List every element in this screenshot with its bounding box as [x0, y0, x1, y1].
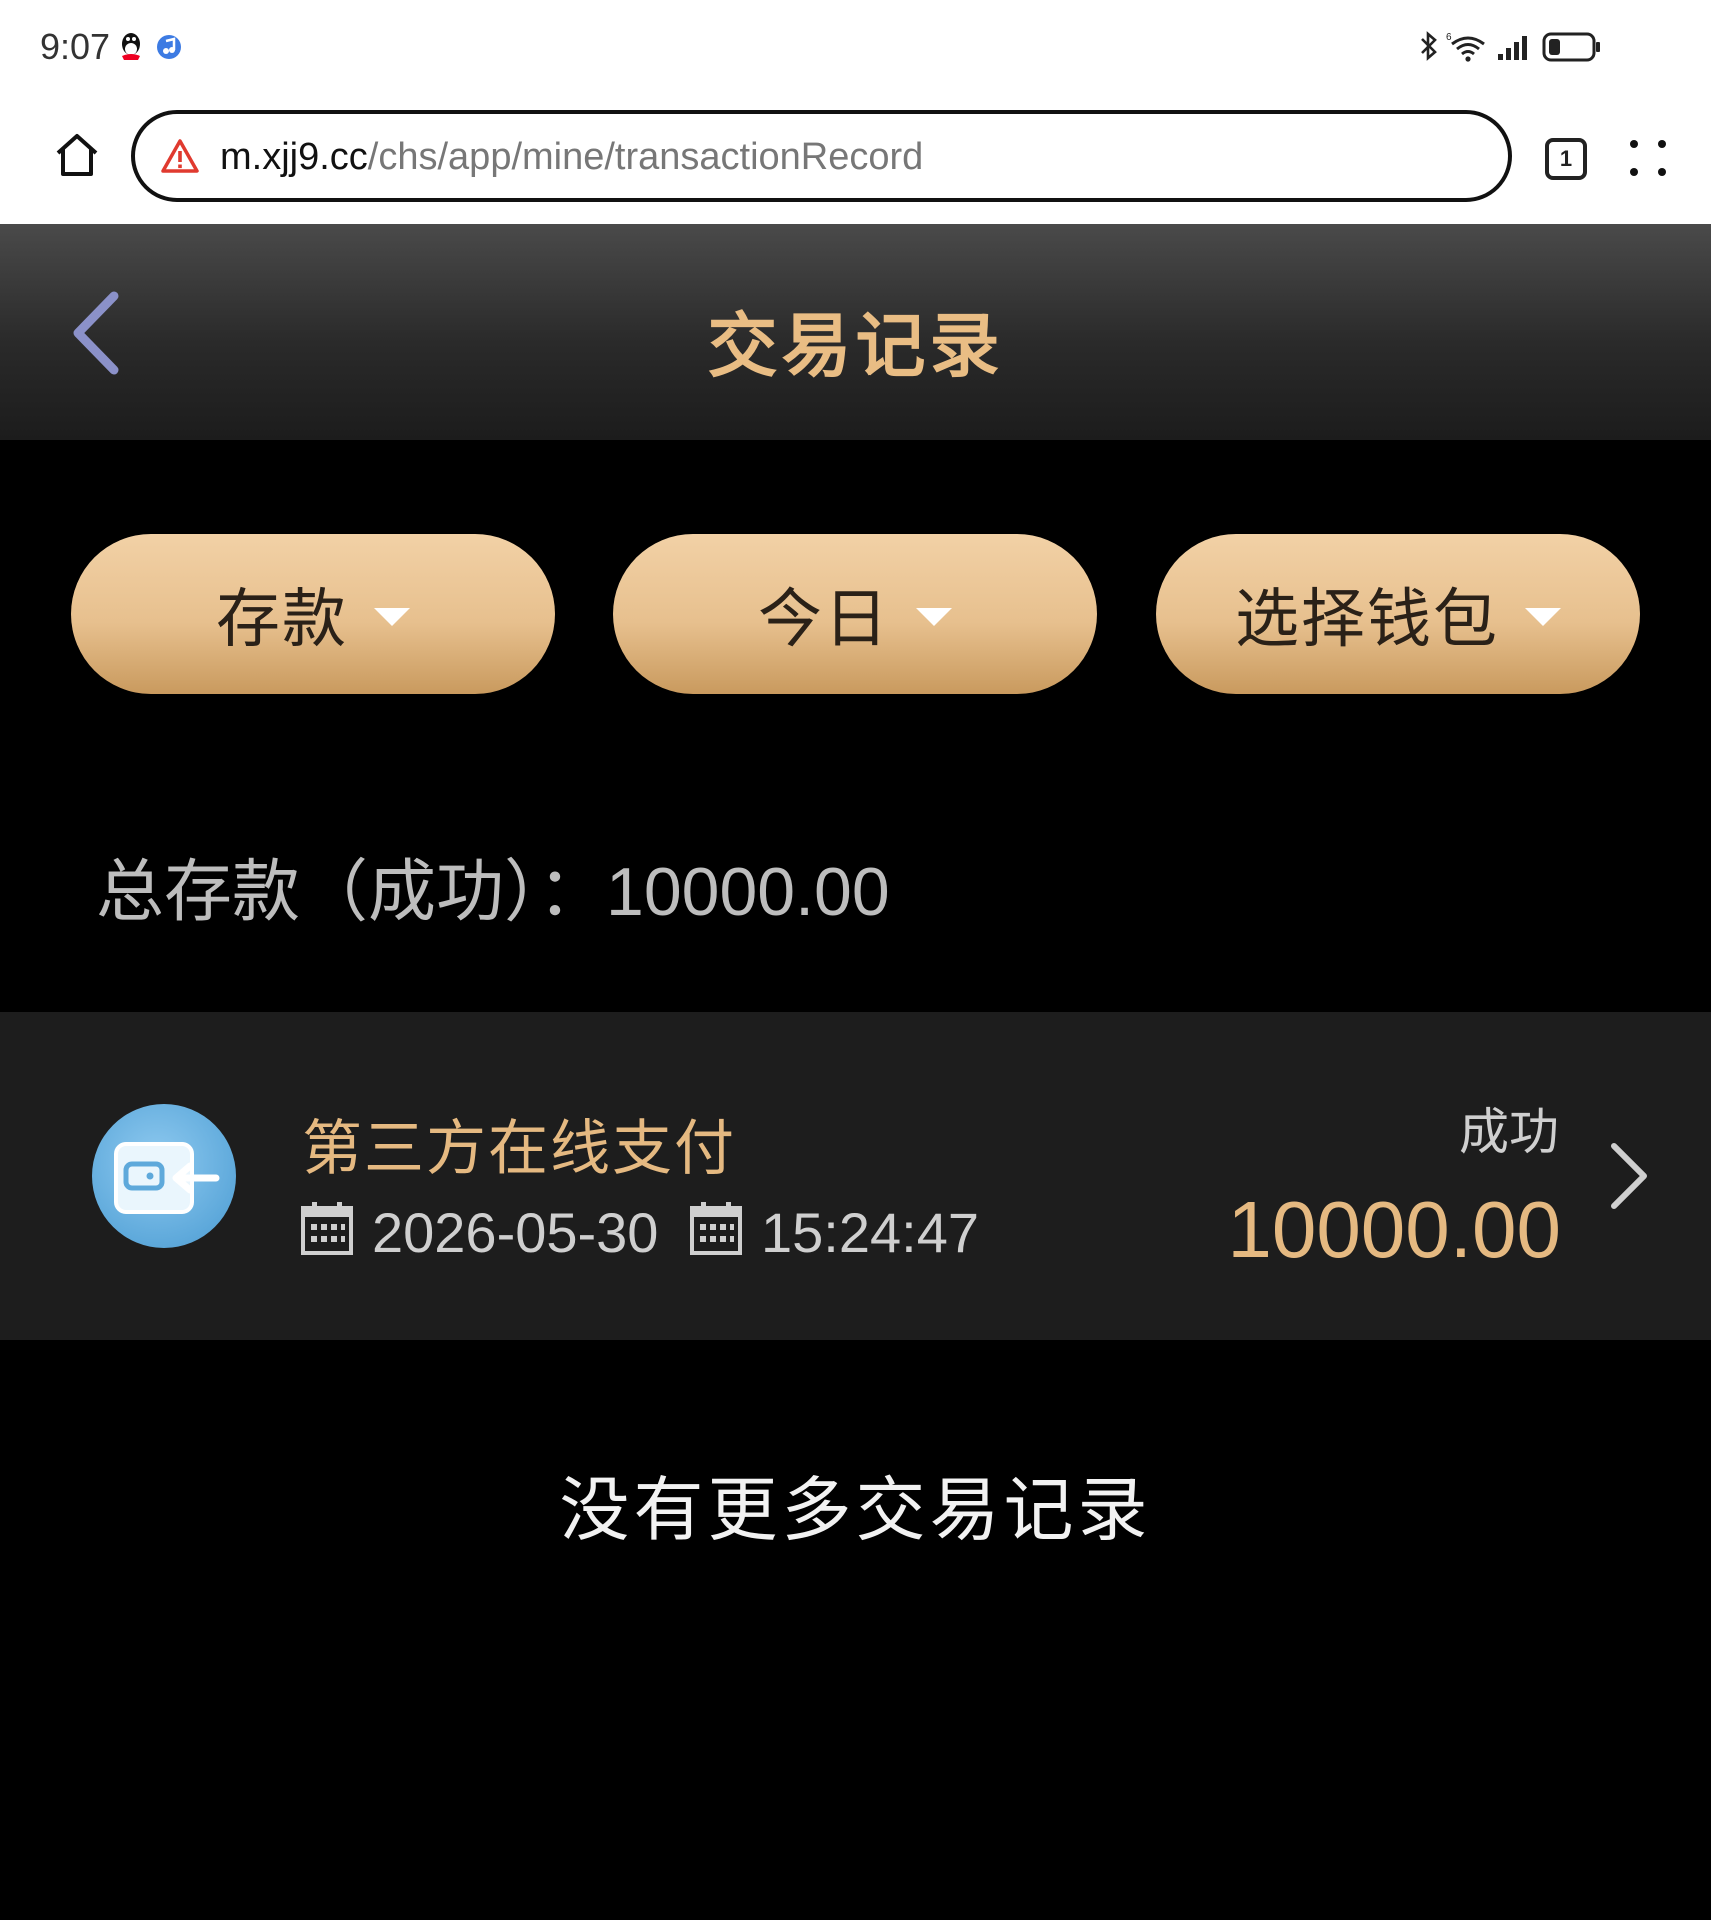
total-deposit-label: 总存款（成功）： [96, 853, 607, 932]
status-bar: 9:07 6 [0, 0, 1711, 98]
total-deposit-summary: 总存款（成功）：10000.00 [96, 836, 890, 935]
total-deposit-value: 10000.00 [606, 854, 890, 930]
bluetooth-icon [1421, 31, 1437, 61]
home-icon[interactable] [52, 130, 102, 180]
wifi-icon: 6 [1446, 32, 1485, 62]
url-host: m.xjj9.cc [220, 136, 368, 178]
no-more-records-text: 没有更多交易记录 [559, 1469, 1152, 1551]
dropdown-caret-icon [916, 608, 952, 626]
battery-icon [1542, 32, 1600, 62]
filter-wallet-label: 选择钱包 [1235, 583, 1499, 657]
filter-date-label: 今日 [758, 583, 890, 657]
dropdown-caret-icon [374, 608, 410, 626]
warning-icon [161, 139, 199, 173]
menu-icon[interactable] [1628, 138, 1668, 178]
record-amount: 10000.00 [1227, 1185, 1561, 1274]
qq-icon [122, 33, 140, 60]
transaction-record-item[interactable]: 第三方在线支付 2026-05-30 15:24:47 成功 10000.00 [0, 1012, 1711, 1340]
signal-icon [1498, 36, 1527, 60]
page-title: 交易记录 [707, 305, 1004, 387]
chevron-right-icon [1611, 1143, 1647, 1209]
app-header: 交易记录 [0, 224, 1711, 440]
calendar-icon [301, 1202, 353, 1255]
calendar-icon [690, 1202, 742, 1255]
record-name: 第三方在线支付 [302, 1114, 736, 1184]
filter-date-range[interactable]: 今日 [613, 534, 1097, 694]
filter-transaction-type[interactable]: 存款 [71, 534, 555, 694]
record-time: 15:24:47 [761, 1201, 979, 1264]
record-date: 2026-05-30 [372, 1201, 659, 1264]
dropdown-caret-icon [1525, 608, 1561, 626]
tabs-button[interactable]: 1 [1545, 138, 1587, 180]
music-icon [157, 35, 181, 59]
svg-text:6: 6 [1446, 32, 1452, 43]
url-text: m.xjj9.cc/chs/app/mine/transactionRecord [220, 134, 923, 180]
address-bar[interactable]: m.xjj9.cc/chs/app/mine/transactionRecord [131, 110, 1512, 202]
browser-toolbar: m.xjj9.cc/chs/app/mine/transactionRecord… [0, 98, 1711, 224]
status-time: 9:07 [40, 26, 111, 67]
url-path: /chs/app/mine/transactionRecord [367, 136, 924, 178]
payment-avatar [92, 1104, 236, 1248]
record-status: 成功 [1459, 1103, 1559, 1161]
wallet-deposit-icon [114, 1142, 220, 1214]
filter-type-label: 存款 [216, 583, 348, 657]
filter-wallet[interactable]: 选择钱包 [1156, 534, 1640, 694]
